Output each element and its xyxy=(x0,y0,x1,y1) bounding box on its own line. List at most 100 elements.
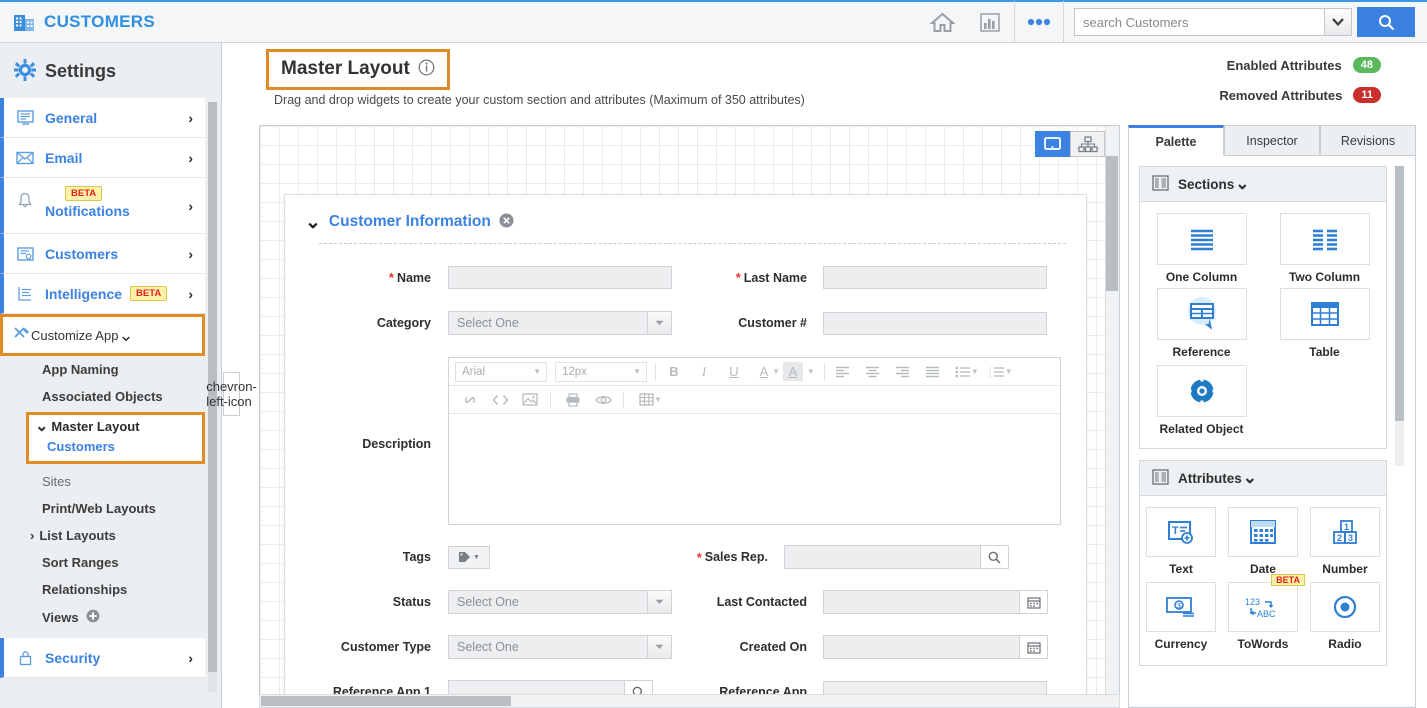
created-on-input[interactable] xyxy=(824,636,1019,658)
customer-number-input[interactable] xyxy=(823,311,1047,335)
palette-item-currency[interactable]: $ Currency xyxy=(1140,582,1222,651)
reference-icon[interactable] xyxy=(1156,288,1247,340)
palette-item-radio[interactable]: Radio xyxy=(1304,582,1386,651)
chevron-down-icon[interactable]: ▼ xyxy=(971,367,979,376)
table-grid-icon[interactable] xyxy=(1279,288,1370,340)
sidebar-item-email[interactable]: Email › xyxy=(0,138,205,178)
chevron-down-icon[interactable] xyxy=(1324,8,1352,36)
code-icon[interactable] xyxy=(485,387,515,413)
align-left-icon[interactable] xyxy=(828,359,858,385)
two-column-icon[interactable] xyxy=(1279,213,1370,265)
palette-scrollbar-thumb[interactable] xyxy=(1395,166,1404,421)
radio-button-icon[interactable] xyxy=(1309,582,1380,632)
sales-rep-lookup[interactable] xyxy=(784,545,1009,569)
canvas-horizontal-scrollbar[interactable] xyxy=(259,694,1120,708)
tags-picker[interactable]: ▼ xyxy=(448,545,490,569)
canvas-horizontal-scrollbar-thumb[interactable] xyxy=(261,696,511,706)
sidebar-item-intelligence[interactable]: Intelligence BETA › xyxy=(0,274,205,314)
palette-item-table[interactable]: Table xyxy=(1263,288,1386,359)
text-field-icon[interactable]: T xyxy=(1145,507,1216,557)
search-icon[interactable] xyxy=(980,546,1008,568)
last-contacted-datepicker[interactable] xyxy=(823,590,1048,614)
plus-circle-icon[interactable] xyxy=(86,609,100,626)
chevron-down-icon[interactable]: ▼ xyxy=(807,367,815,376)
description-textarea[interactable] xyxy=(449,414,1060,524)
attributes-accordion-header[interactable]: Attributes ⌄ xyxy=(1140,461,1386,496)
search-input[interactable] xyxy=(1074,8,1324,36)
status-select[interactable]: Select One xyxy=(448,590,672,614)
palette-item-two-column[interactable]: Two Column xyxy=(1263,213,1386,284)
chevron-down-icon[interactable]: ⌄ xyxy=(305,213,321,232)
sidebar-subitem-list-layouts[interactable]: › List Layouts xyxy=(0,522,221,549)
chevron-down-icon[interactable]: ▼ xyxy=(654,395,662,404)
info-circle-icon[interactable] xyxy=(418,59,435,79)
ellipsis-icon[interactable] xyxy=(1015,1,1063,44)
sidebar-subitem-master-layout[interactable]: ⌄ Master Layout xyxy=(29,418,202,434)
last-name-input[interactable] xyxy=(823,266,1047,289)
underline-button[interactable]: U xyxy=(719,359,749,385)
canvas-scrollbar-thumb[interactable] xyxy=(1106,156,1118,291)
palette-item-text[interactable]: T Text xyxy=(1140,507,1222,576)
link-icon[interactable] xyxy=(455,387,485,413)
last-contacted-input[interactable] xyxy=(824,591,1019,613)
description-rich-text-editor[interactable]: Arial ▼ 12px ▼ B I U A ▼ A ▼ ▼ 1 2 3 ▼ ▼ xyxy=(448,357,1061,525)
sidebar-subitem-associated-objects[interactable]: Associated Objects xyxy=(0,383,221,410)
palette-item-number[interactable]: 123 Number xyxy=(1304,507,1386,576)
sidebar-subitem-customers-layout[interactable]: Customers xyxy=(29,434,202,454)
sidebar-subitem-print-web-layouts[interactable]: Print/Web Layouts xyxy=(0,495,221,522)
sidebar-item-security[interactable]: Security › xyxy=(0,638,205,678)
font-size-select[interactable]: 12px ▼ xyxy=(555,361,647,382)
to-words-icon[interactable]: BETA 123 ABC xyxy=(1227,574,1305,632)
calendar-icon[interactable] xyxy=(1019,591,1047,613)
bar-chart-icon[interactable] xyxy=(966,1,1014,44)
money-icon[interactable]: $ xyxy=(1145,582,1216,632)
palette-item-one-column[interactable]: One Column xyxy=(1140,213,1263,284)
palette-item-reference[interactable]: Reference xyxy=(1140,288,1263,359)
sales-rep-input[interactable] xyxy=(785,546,980,568)
sidebar-item-customers[interactable]: Customers › xyxy=(0,234,205,274)
palette-item-date[interactable]: Date xyxy=(1222,507,1304,576)
created-on-datepicker[interactable] xyxy=(823,635,1048,659)
font-family-select[interactable]: Arial ▼ xyxy=(455,361,547,382)
home-icon[interactable] xyxy=(918,1,966,44)
calendar-icon[interactable] xyxy=(1227,507,1298,557)
tab-inspector[interactable]: Inspector xyxy=(1224,125,1320,156)
name-input[interactable] xyxy=(448,266,672,289)
customer-type-select[interactable]: Select One xyxy=(448,635,672,659)
bold-button[interactable]: B xyxy=(659,359,689,385)
align-center-icon[interactable] xyxy=(858,359,888,385)
print-icon[interactable] xyxy=(558,387,588,413)
category-select[interactable]: Select One xyxy=(448,311,672,335)
sidebar-subitem-views[interactable]: Views xyxy=(0,603,221,632)
sitemap-icon[interactable] xyxy=(1070,131,1105,157)
tab-palette[interactable]: Palette xyxy=(1128,125,1224,156)
sidebar-item-general[interactable]: General › xyxy=(0,98,205,138)
palette-item-towords[interactable]: BETA 123 ABC ToWords xyxy=(1222,574,1305,651)
tab-revisions[interactable]: Revisions xyxy=(1320,125,1416,156)
image-icon[interactable] xyxy=(515,387,545,413)
search-button[interactable] xyxy=(1357,7,1415,37)
related-object-icon[interactable] xyxy=(1156,365,1247,417)
number-blocks-icon[interactable]: 123 xyxy=(1309,507,1380,557)
eye-icon[interactable] xyxy=(588,387,618,413)
sidebar-item-customize-app[interactable]: Customize App ⌄ xyxy=(0,314,205,356)
calendar-icon[interactable] xyxy=(1019,636,1047,658)
sidebar-subitem-app-naming[interactable]: App Naming xyxy=(0,356,221,383)
chevron-down-icon[interactable]: ▼ xyxy=(1005,367,1013,376)
sidebar-collapse-handle[interactable]: chevron-left-icon xyxy=(206,372,257,416)
sidebar-item-notifications[interactable]: BETA Notifications › xyxy=(0,178,205,234)
sidebar-subitem-relationships[interactable]: Relationships xyxy=(0,576,221,603)
app-brand[interactable]: CUSTOMERS xyxy=(0,12,155,32)
desktop-icon[interactable] xyxy=(1035,131,1070,157)
sections-accordion-header[interactable]: Sections ⌄ xyxy=(1140,167,1386,202)
align-right-icon[interactable] xyxy=(888,359,918,385)
one-column-icon[interactable] xyxy=(1156,213,1247,265)
remove-circle-icon[interactable] xyxy=(499,213,514,231)
palette-item-related-object[interactable]: Related Object xyxy=(1140,365,1263,436)
align-justify-icon[interactable] xyxy=(918,359,948,385)
highlight-button[interactable]: A xyxy=(782,362,803,381)
italic-button[interactable]: I xyxy=(689,359,719,385)
chevron-down-icon[interactable]: ▼ xyxy=(772,367,780,376)
sidebar-subitem-sort-ranges[interactable]: Sort Ranges xyxy=(0,549,221,576)
sidebar-subitem-sites[interactable]: Sites xyxy=(0,468,221,495)
